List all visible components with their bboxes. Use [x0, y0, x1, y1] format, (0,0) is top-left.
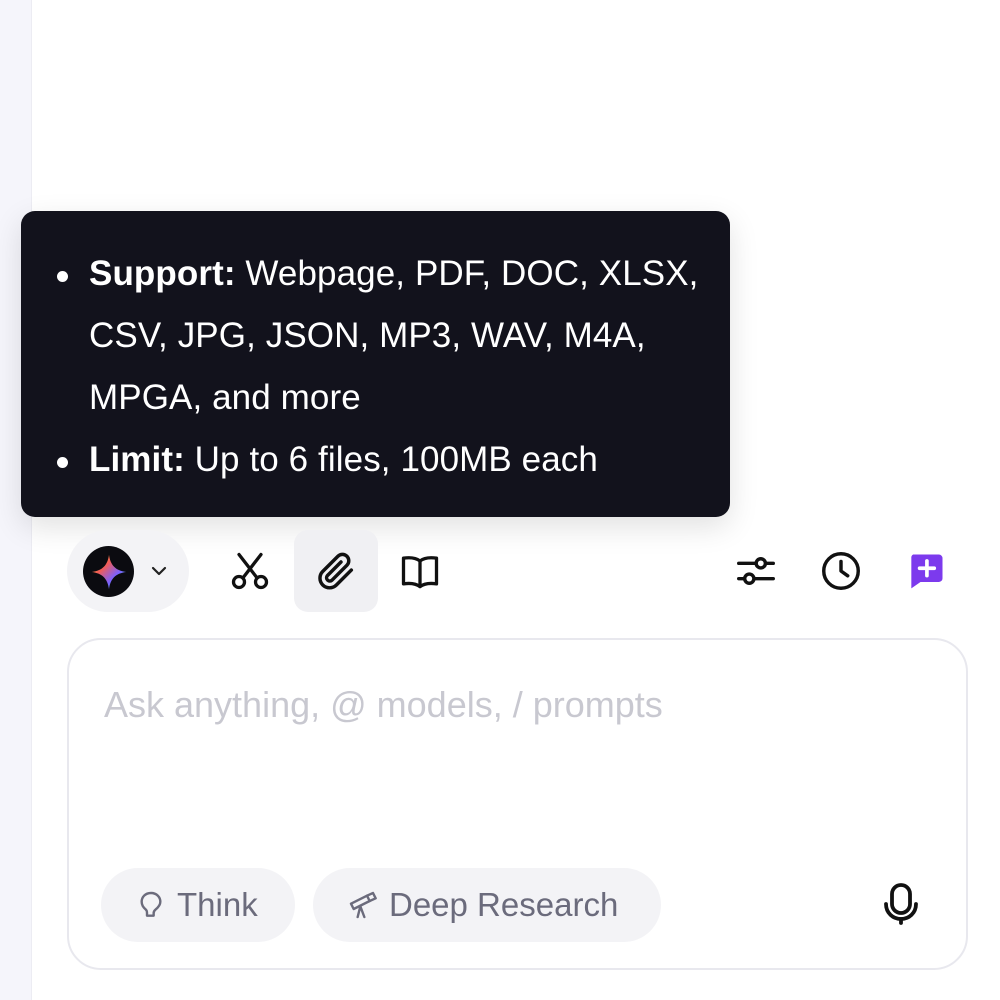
scissors-button[interactable]	[208, 530, 292, 612]
deep-research-button[interactable]: Deep Research	[313, 868, 661, 942]
attach-file-button[interactable]	[294, 530, 378, 612]
new-chat-button[interactable]	[884, 530, 968, 612]
tooltip-item-support: Support: Webpage, PDF, DOC, XLSX, CSV, J…	[57, 243, 700, 429]
chat-input-card: Think Deep Research	[67, 638, 968, 970]
chevron-down-icon	[151, 566, 167, 576]
telescope-icon	[349, 891, 377, 919]
chat-toolbar	[0, 528, 1000, 614]
microphone-icon	[884, 883, 918, 925]
paperclip-icon	[318, 552, 354, 590]
tooltip-item-limit: Limit: Up to 6 files, 100MB each	[57, 429, 700, 491]
tooltip-text-limit: Up to 6 files, 100MB each	[184, 440, 598, 479]
history-button[interactable]	[799, 530, 883, 612]
model-selector[interactable]	[67, 530, 189, 612]
scissors-icon	[231, 552, 269, 590]
think-label: Think	[177, 886, 258, 923]
tooltip-label-limit: Limit:	[89, 440, 185, 479]
think-button[interactable]: Think	[101, 868, 295, 942]
upload-tooltip: Support: Webpage, PDF, DOC, XLSX, CSV, J…	[21, 211, 730, 517]
settings-sliders-button[interactable]	[714, 530, 798, 612]
deep-research-label: Deep Research	[389, 886, 619, 923]
model-avatar	[83, 546, 134, 597]
gradient-sparkle-icon	[91, 554, 126, 589]
voice-input-button[interactable]	[869, 872, 933, 936]
lightbulb-icon	[140, 891, 162, 917]
sliders-icon	[737, 557, 775, 585]
tooltip-label-support: Support:	[89, 254, 236, 293]
library-button[interactable]	[378, 530, 462, 612]
chat-page: Support: Webpage, PDF, DOC, XLSX, CSV, J…	[0, 0, 1000, 1000]
book-icon	[401, 556, 439, 589]
chat-input[interactable]	[104, 680, 924, 730]
new-chat-icon	[911, 554, 943, 589]
clock-icon	[822, 552, 860, 590]
tooltip-list: Support: Webpage, PDF, DOC, XLSX, CSV, J…	[57, 243, 700, 491]
